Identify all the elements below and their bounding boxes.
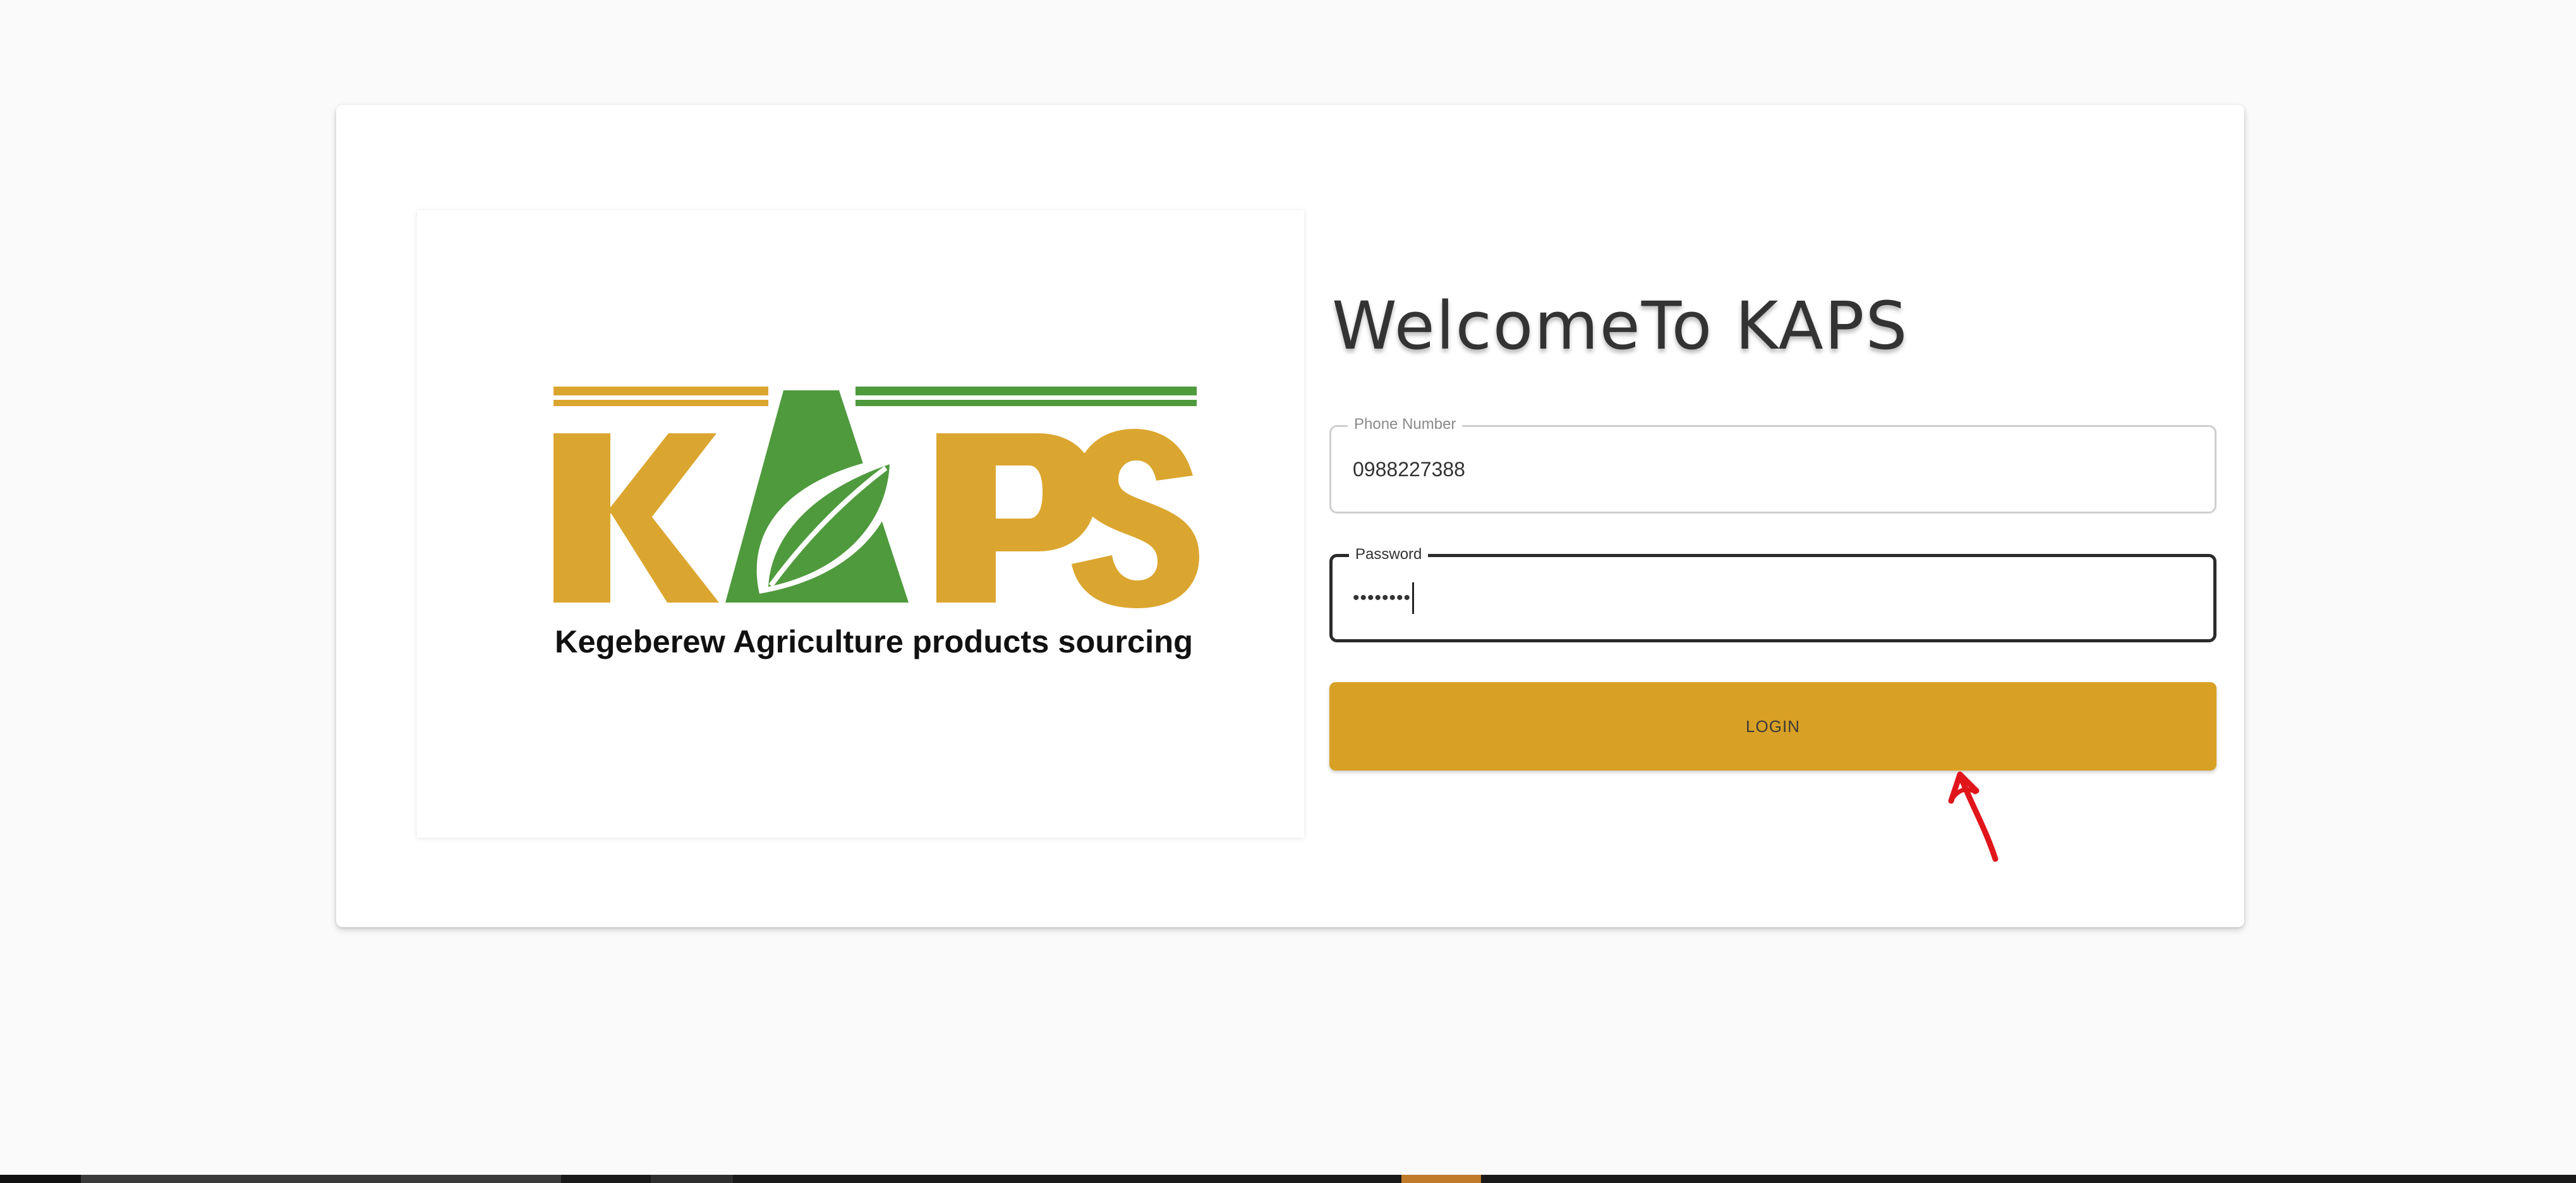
phone-number-input[interactable]: 0988227388 — [1353, 427, 1465, 512]
text-caret — [1412, 582, 1415, 614]
logo-letter-k — [553, 433, 719, 603]
taskbar-active-app[interactable] — [1401, 1175, 1481, 1183]
logo-panel: Kegeberew Agriculture products sourcing — [417, 210, 1304, 838]
logo-stripe-green-top — [856, 387, 1197, 395]
logo-stripe-gold-bottom — [553, 400, 768, 406]
taskbar — [0, 1175, 2576, 1183]
password-masked-value: •••••••• — [1353, 587, 1412, 608]
login-button[interactable]: LOGIN — [1329, 682, 2216, 771]
logo-stripe-gold-top — [553, 387, 768, 395]
phone-number-field[interactable]: Phone Number 0988227388 — [1329, 416, 2216, 513]
red-hand-drawn-arrow-icon — [1948, 771, 1999, 862]
taskbar-segment — [81, 1175, 561, 1183]
login-page: Kegeberew Agriculture products sourcing … — [0, 0, 2576, 1183]
logo-letter-p — [936, 433, 1097, 603]
logo-stripe-green-bottom — [856, 400, 1197, 406]
kaps-logo: Kegeberew Agriculture products sourcing — [553, 387, 1199, 659]
taskbar-segment — [0, 1175, 81, 1183]
password-input[interactable]: •••••••• — [1353, 557, 1415, 639]
logo-letter-a-leaf — [725, 390, 909, 603]
taskbar-segment — [651, 1175, 733, 1183]
page-title: WelcomeTo KAPS — [1332, 287, 1909, 364]
password-field[interactable]: Password •••••••• — [1329, 546, 2216, 642]
logo-tagline: Kegeberew Agriculture products sourcing — [555, 624, 1193, 659]
